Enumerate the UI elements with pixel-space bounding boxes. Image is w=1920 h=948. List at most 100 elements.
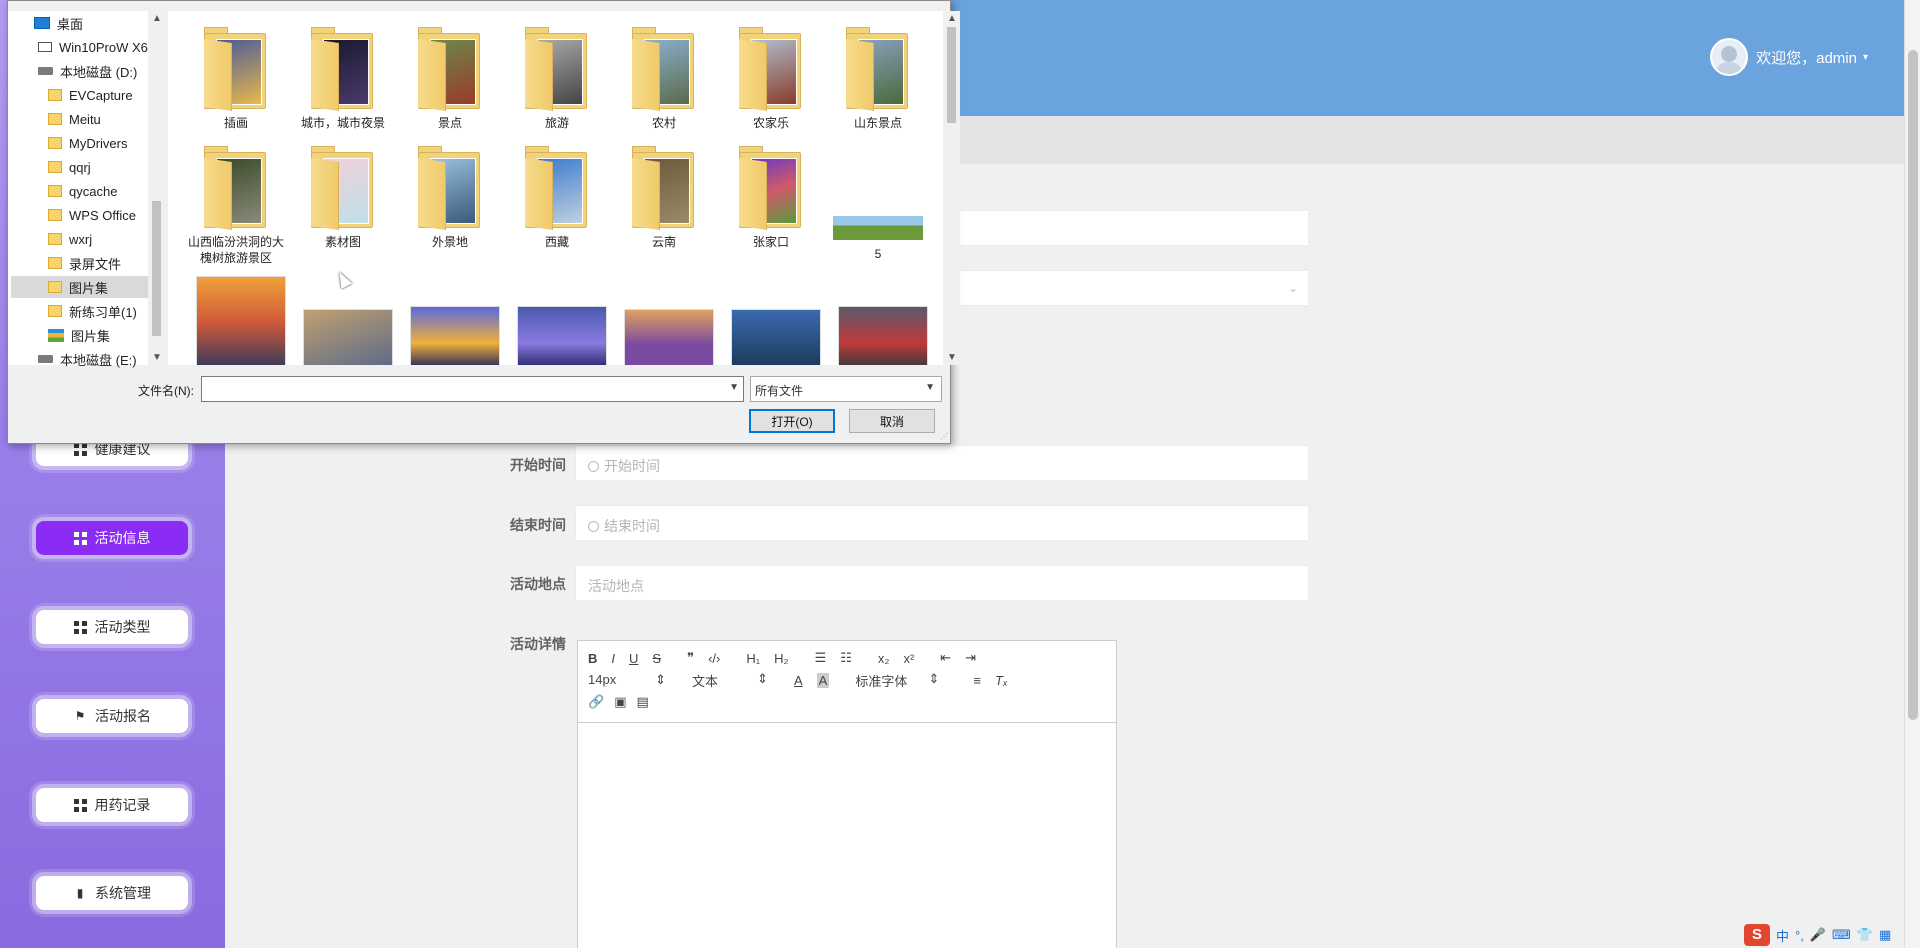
image-thumbnail[interactable] — [196, 276, 286, 365]
image-thumbnail[interactable] — [410, 306, 500, 365]
image-thumbnail[interactable] — [838, 306, 928, 365]
nav-item-folder-selected[interactable]: 图片集 — [11, 276, 151, 298]
file-list-scrollbar-thumb[interactable] — [947, 27, 956, 123]
flag-icon: ⚑ — [74, 709, 86, 723]
file-list-scrollbar[interactable]: ▲ ▼ — [943, 11, 960, 365]
subscript-icon[interactable]: x₂ — [878, 651, 890, 666]
link-icon[interactable]: 🔗 — [588, 694, 604, 710]
nav-item-label: Win10ProW X6 — [59, 39, 148, 55]
paragraph-select[interactable]: 文本 ⇕ — [692, 671, 768, 690]
sidebar-item-system-management[interactable]: ▮ 系统管理 — [36, 876, 188, 910]
clear-format-icon[interactable]: Tₓ — [995, 673, 1008, 688]
superscript-icon[interactable]: x² — [903, 651, 914, 666]
bold-icon[interactable]: B — [588, 651, 597, 666]
sidebar-item-label: 活动信息 — [94, 530, 151, 546]
ime-mode[interactable]: 中 — [1776, 926, 1789, 945]
nav-item-computer[interactable]: Win10ProW X6 — [38, 36, 156, 58]
bullet-list-icon[interactable]: ☷ — [840, 650, 852, 666]
folder-item[interactable]: 农家乐 — [720, 27, 822, 131]
strikethrough-icon[interactable]: S — [652, 651, 661, 666]
nav-scrollbar-thumb[interactable] — [152, 201, 161, 336]
heading1-icon[interactable]: H₁ — [746, 651, 760, 666]
folder-item[interactable]: 西藏 — [506, 146, 608, 250]
bar-chart-icon: ▮ — [76, 886, 84, 900]
folder-item[interactable]: 城市，城市夜景 — [292, 27, 394, 131]
sidebar-item-medication-record[interactable]: 用药记录 — [36, 788, 188, 822]
grid-icon — [73, 798, 87, 812]
folder-item[interactable]: 山东景点 — [827, 27, 929, 131]
nav-scrollbar[interactable]: ▲ ▼ — [148, 11, 165, 365]
grid-icon[interactable]: ▦ — [1879, 927, 1891, 943]
folder-label: 旅游 — [544, 116, 569, 130]
font-size-select[interactable]: 14px ⇕ — [588, 672, 666, 688]
start-time-input[interactable]: 开始时间 — [575, 445, 1309, 481]
folder-item[interactable]: 旅游 — [506, 27, 608, 131]
keyboard-icon[interactable]: ⌨ — [1832, 927, 1851, 943]
image-icon[interactable]: ▣ — [614, 694, 626, 710]
font-family-select[interactable]: 标准字体 ⇕ — [855, 671, 939, 690]
chevron-up-icon[interactable]: ▲ — [152, 13, 162, 24]
image-thumbnail[interactable] — [731, 309, 821, 365]
chevron-up-icon[interactable]: ▲ — [947, 13, 957, 24]
italic-icon[interactable]: I — [611, 651, 615, 666]
video-icon[interactable]: ▤ — [636, 694, 648, 710]
align-icon[interactable]: ≡ — [973, 673, 981, 688]
chevron-down-icon[interactable]: ▼ — [947, 352, 957, 363]
punctuation-icon[interactable]: °, — [1795, 928, 1804, 943]
underline-icon[interactable]: U — [629, 651, 638, 666]
resize-grip-icon[interactable]: ⋰ — [940, 432, 948, 441]
folder-icon — [48, 185, 62, 197]
folder-icon — [48, 89, 62, 101]
nav-item-drive-d[interactable]: 本地磁盘 (D:) — [38, 60, 156, 82]
filetype-select[interactable]: 所有文件 ▼ — [750, 376, 942, 402]
code-icon[interactable]: ‹/› — [708, 651, 720, 666]
page-scrollbar[interactable] — [1904, 0, 1920, 948]
folder-icon — [48, 209, 62, 221]
chevron-down-icon: ⌄ — [1287, 281, 1298, 295]
nav-item-drive-e[interactable]: 本地磁盘 (E:) — [38, 348, 156, 370]
folder-item[interactable]: 外景地 — [399, 146, 501, 250]
chevron-down-icon[interactable]: ▼ — [152, 352, 162, 363]
folder-item[interactable]: 山西临汾洪洞的大槐树旅游景区 — [185, 146, 287, 266]
sogou-logo-icon[interactable]: S — [1744, 924, 1770, 946]
sidebar-item-activity-type[interactable]: 活动类型 — [36, 610, 188, 644]
nav-item-label: 图片集 — [69, 280, 109, 296]
sidebar-item-activity-signup[interactable]: ⚑ 活动报名 — [36, 699, 188, 733]
image-thumbnail[interactable] — [517, 306, 607, 365]
skin-icon[interactable]: 👕 — [1857, 927, 1873, 943]
nav-item-desktop[interactable]: 桌面 — [34, 12, 152, 34]
heading2-icon[interactable]: H₂ — [774, 651, 788, 666]
location-input[interactable]: 活动地点 — [575, 565, 1309, 601]
cancel-button[interactable]: 取消 — [849, 409, 935, 433]
image-item[interactable]: 5 — [827, 146, 929, 262]
folder-item[interactable]: 插画 — [185, 27, 287, 131]
rich-text-editor[interactable]: B I U S ❞ ‹/› H₁ H₂ ☰ ☷ x₂ x² ⇤ ⇥ 14px ⇕ … — [577, 640, 1117, 948]
image-thumbnail[interactable] — [624, 309, 714, 365]
ordered-list-icon[interactable]: ☰ — [815, 650, 827, 666]
chevron-down-icon[interactable]: ▼ — [729, 382, 739, 393]
indent-icon[interactable]: ⇥ — [965, 650, 976, 666]
folder-icon — [48, 137, 62, 149]
user-menu[interactable]: 欢迎您，admin ▾ — [1710, 38, 1868, 76]
folder-icon — [846, 27, 910, 111]
microphone-icon[interactable]: 🎤 — [1810, 927, 1826, 943]
outdent-icon[interactable]: ⇤ — [940, 650, 951, 666]
location-label: 活动地点 — [510, 576, 566, 592]
quote-icon[interactable]: ❞ — [687, 650, 694, 666]
image-thumbnail[interactable] — [303, 309, 393, 365]
folder-item[interactable]: 农村 — [613, 27, 715, 131]
font-color-icon[interactable]: A — [794, 673, 803, 688]
folder-item[interactable]: 张家口 — [720, 146, 822, 250]
sidebar-item-activity-info[interactable]: 活动信息 — [36, 521, 188, 555]
desktop-icon — [34, 17, 50, 29]
background-color-icon[interactable]: A — [816, 672, 830, 688]
filename-input[interactable]: ▼ — [201, 376, 744, 402]
folder-item[interactable]: 景点 — [399, 27, 501, 131]
folder-icon — [525, 27, 589, 111]
location-placeholder: 活动地点 — [588, 578, 644, 594]
page-scrollbar-thumb[interactable] — [1908, 50, 1918, 720]
end-time-input[interactable]: 结束时间 — [575, 505, 1309, 541]
open-button[interactable]: 打开(O) — [749, 409, 835, 433]
folder-item[interactable]: 云南 — [613, 146, 715, 250]
folder-item[interactable]: 素材图 — [292, 146, 394, 250]
